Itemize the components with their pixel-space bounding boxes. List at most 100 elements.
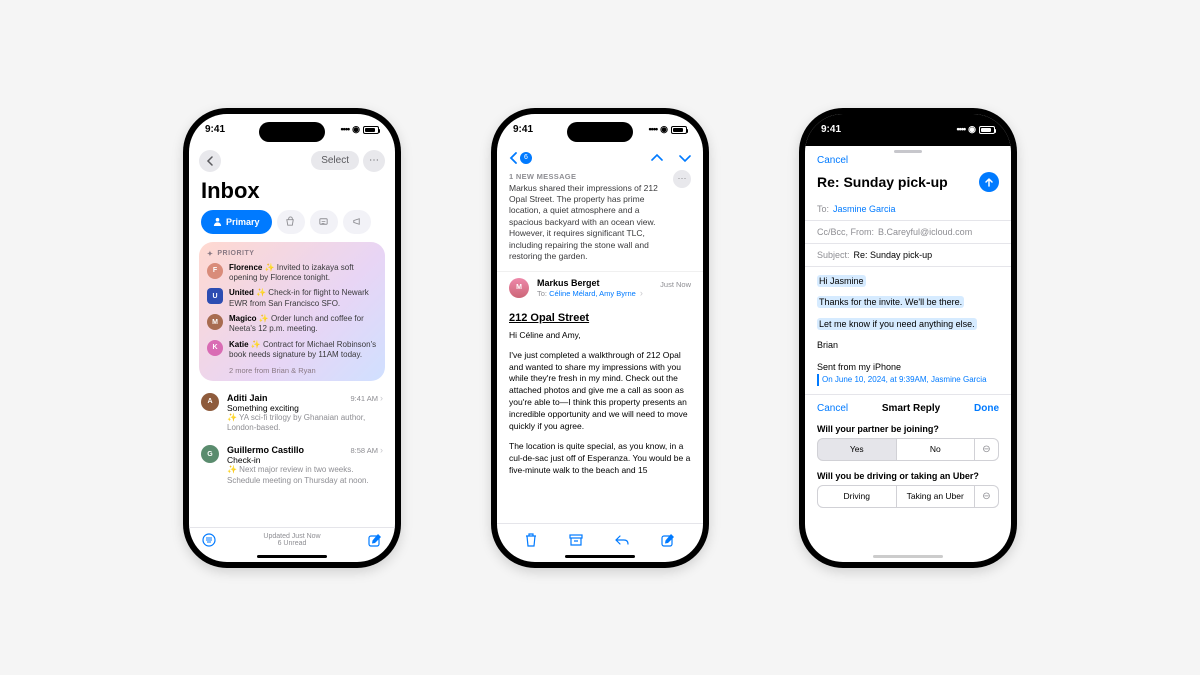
cancel-button[interactable]: Cancel	[817, 155, 848, 166]
question-1-options: Yes No ⊖	[805, 438, 1011, 467]
dynamic-island	[875, 122, 941, 142]
next-message-button[interactable]	[679, 153, 691, 163]
message-time: 8:58 AM›	[350, 445, 383, 455]
page-title: Inbox	[189, 176, 395, 210]
option-expand[interactable]: ⊖	[975, 485, 999, 508]
message-item[interactable]: G Guillermo Castillo 8:58 AM› Check-in ✨…	[189, 439, 395, 492]
trash-icon[interactable]	[524, 532, 538, 548]
priority-item[interactable]: U United ✨ Check-in for flight to Newark…	[207, 288, 377, 309]
compose-icon[interactable]	[660, 532, 676, 548]
send-button[interactable]	[979, 172, 999, 192]
message-subject: Something exciting	[227, 403, 383, 413]
sheet-handle[interactable]	[894, 150, 922, 153]
avatar: M	[207, 314, 223, 330]
priority-item[interactable]: K Katie ✨ Contract for Michael Robinson'…	[207, 340, 377, 361]
more-button[interactable]: ⋯	[363, 150, 385, 172]
filter-icon[interactable]	[201, 532, 217, 548]
signal-icon	[649, 124, 658, 135]
smart-done-button[interactable]: Done	[974, 403, 999, 414]
status-time: 9:41	[821, 124, 841, 135]
tab-primary[interactable]: Primary	[201, 210, 272, 234]
wifi-icon	[968, 124, 976, 135]
priority-item[interactable]: M Magico ✨ Order lunch and coffee for Ne…	[207, 314, 377, 335]
archive-icon[interactable]	[568, 533, 584, 547]
dynamic-island	[259, 122, 325, 142]
avatar: F	[207, 263, 223, 279]
tab-transactions[interactable]	[277, 210, 305, 234]
battery-icon	[979, 126, 995, 134]
phone-message: 9:41 6 1 NEW MESSAGE Markus shared their…	[491, 108, 709, 568]
message-item[interactable]: A Aditi Jain 9:41 AM› Something exciting…	[189, 387, 395, 440]
battery-icon	[671, 126, 687, 134]
question-2-options: Driving Taking an Uber ⊖	[805, 485, 1011, 514]
home-indicator[interactable]	[565, 555, 635, 558]
footer-status: Updated Just Now 6 Unread	[263, 533, 320, 547]
status-time: 9:41	[205, 124, 225, 135]
priority-card[interactable]: ✦ PRIORITY F Florence ✨ Invited to izaka…	[199, 242, 385, 381]
question-1: Will your partner be joining?	[805, 420, 1011, 438]
option-yes[interactable]: Yes	[817, 438, 897, 461]
option-driving[interactable]: Driving	[817, 485, 897, 508]
compose-title: Re: Sunday pick-up	[817, 174, 948, 190]
message-sender: Aditi Jain	[227, 393, 268, 403]
category-tabs: Primary	[189, 210, 395, 242]
battery-icon	[363, 126, 379, 134]
avatar: U	[207, 288, 223, 304]
subject-field[interactable]: Subject:Re: Sunday pick-up	[805, 244, 1011, 267]
message-preview: ✨ Next major review in two weeks. Schedu…	[227, 465, 383, 486]
avatar: G	[201, 445, 219, 463]
compose-body[interactable]: Hi Jasmine Thanks for the invite. We'll …	[805, 267, 1011, 395]
priority-label: PRIORITY	[217, 250, 254, 257]
tab-updates[interactable]	[310, 210, 338, 234]
dynamic-island	[567, 122, 633, 142]
home-indicator[interactable]	[873, 555, 943, 558]
message-subject: Check-in	[227, 455, 383, 465]
compose-icon[interactable]	[367, 532, 383, 548]
status-time: 9:41	[513, 124, 533, 135]
priority-more[interactable]: 2 more from Brian & Ryan	[229, 366, 377, 375]
smart-reply-bar: Cancel Smart Reply Done	[805, 394, 1011, 420]
sparkle-icon: ✦	[207, 250, 213, 258]
signal-icon	[957, 124, 966, 135]
option-expand[interactable]: ⊖	[975, 438, 999, 461]
message-header[interactable]: M Markus Berget To: Céline Mélard, Amy B…	[497, 271, 703, 304]
back-button[interactable]	[199, 150, 221, 172]
tab-primary-label: Primary	[226, 217, 260, 227]
avatar: K	[207, 340, 223, 356]
select-button[interactable]: Select	[311, 151, 359, 170]
message-preview: ✨ YA sci-fi trilogy by Ghanaian author, …	[227, 413, 383, 434]
timestamp: Just Now	[660, 280, 691, 289]
message-time: 9:41 AM›	[350, 393, 383, 403]
reply-icon[interactable]	[614, 533, 630, 547]
to-field[interactable]: To:Jasmine Garcia	[805, 198, 1011, 221]
wifi-icon	[352, 124, 360, 135]
more-button[interactable]: ⋯	[673, 170, 691, 188]
avatar: M	[509, 278, 529, 298]
message-nav: 6	[497, 146, 703, 170]
subject-line: 212 Opal Street	[497, 304, 703, 330]
option-uber[interactable]: Taking an Uber	[897, 485, 976, 508]
prev-message-button[interactable]	[651, 153, 663, 163]
question-2: Will you be driving or taking an Uber?	[805, 467, 1011, 485]
phone-inbox: 9:41 Select ⋯ Inbox Primary	[183, 108, 401, 568]
priority-item[interactable]: F Florence ✨ Invited to izakaya soft ope…	[207, 263, 377, 284]
signal-icon	[341, 124, 350, 135]
cc-field[interactable]: Cc/Bcc, From:B.Careyful@icloud.com	[805, 221, 1011, 244]
message-body: Hi Céline and Amy, I've just completed a…	[497, 330, 703, 485]
back-button[interactable]: 6	[509, 152, 532, 164]
home-indicator[interactable]	[257, 555, 327, 558]
ai-summary: Markus shared their impressions of 212 O…	[497, 183, 673, 271]
wifi-icon	[660, 124, 668, 135]
priority-header: ✦ PRIORITY	[207, 250, 377, 258]
tab-promotions[interactable]	[343, 210, 371, 234]
message-sender: Guillermo Castillo	[227, 445, 304, 455]
smart-reply-title: Smart Reply	[882, 403, 940, 414]
avatar: A	[201, 393, 219, 411]
from-name: Markus Berget	[537, 278, 643, 288]
nav-bar: Select ⋯	[189, 146, 395, 176]
to-line: To: Céline Mélard, Amy Byrne ›	[537, 288, 643, 298]
new-message-label: 1 NEW MESSAGE	[497, 170, 673, 183]
phone-compose: 9:41 Cancel Re: Sunday pick-up To:Jasmin…	[799, 108, 1017, 568]
option-no[interactable]: No	[897, 438, 976, 461]
smart-cancel-button[interactable]: Cancel	[817, 403, 848, 414]
